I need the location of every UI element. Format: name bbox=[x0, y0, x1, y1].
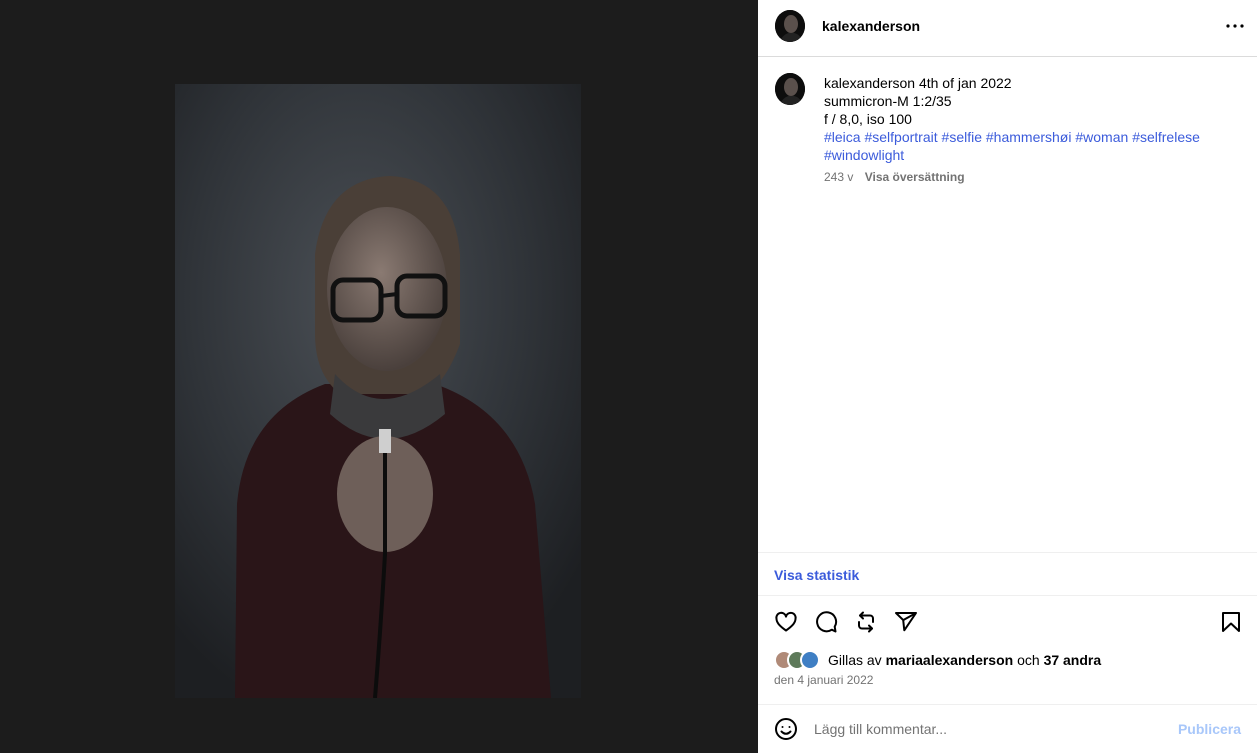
avatar[interactable] bbox=[775, 10, 805, 42]
post-date[interactable]: den 4 januari 2022 bbox=[774, 673, 873, 687]
heart-icon[interactable] bbox=[774, 610, 798, 634]
caption-line3: f / 8,0, iso 100 bbox=[824, 111, 912, 127]
media-pane bbox=[0, 0, 758, 753]
send-icon[interactable] bbox=[894, 610, 918, 634]
likes-prefix: Gillas av bbox=[828, 652, 882, 668]
hashtag-link[interactable]: #hammershøi bbox=[986, 129, 1072, 145]
see-translation-button[interactable]: Visa översättning bbox=[865, 170, 965, 184]
likes-joiner: och bbox=[1017, 652, 1040, 668]
post-header: kalexanderson bbox=[758, 0, 1257, 57]
caption-avatar[interactable] bbox=[775, 73, 805, 105]
more-options-icon[interactable] bbox=[1223, 14, 1247, 38]
likes-others-button[interactable]: 37 andra bbox=[1044, 652, 1102, 668]
post-age[interactable]: 243 v bbox=[824, 170, 853, 184]
caption-line1: 4th of jan 2022 bbox=[918, 75, 1012, 91]
hashtag-link[interactable]: #windowlight bbox=[824, 147, 904, 163]
caption-meta: 243 v Visa översättning bbox=[824, 170, 965, 184]
caption-line2: summicron-M 1:2/35 bbox=[824, 93, 952, 109]
liker-username[interactable]: mariaalexanderson bbox=[886, 652, 1014, 668]
hashtag-link[interactable]: #selfie bbox=[942, 129, 982, 145]
hashtag-link[interactable]: #leica bbox=[824, 129, 861, 145]
liker-avatar bbox=[800, 650, 820, 670]
view-insights-link[interactable]: Visa statistik bbox=[774, 567, 859, 583]
hashtag-link[interactable]: #selfportrait bbox=[864, 129, 937, 145]
hashtags: #leica #selfportrait #selfie #hammershøi… bbox=[824, 128, 1244, 164]
comment-bar: Publicera bbox=[758, 704, 1257, 753]
header-username[interactable]: kalexanderson bbox=[822, 18, 920, 34]
comment-input[interactable] bbox=[814, 717, 1164, 741]
emoji-icon[interactable] bbox=[774, 717, 798, 741]
bookmark-icon[interactable] bbox=[1219, 610, 1243, 634]
likes-text: Gillas av mariaalexanderson och 37 andra bbox=[828, 652, 1101, 668]
hashtag-link[interactable]: #selfrelese bbox=[1132, 129, 1200, 145]
comment-icon[interactable] bbox=[814, 610, 838, 634]
post-photo[interactable] bbox=[175, 84, 581, 698]
publish-button[interactable]: Publicera bbox=[1178, 721, 1241, 737]
action-bar bbox=[758, 606, 1257, 640]
likes-summary: Gillas av mariaalexanderson och 37 andra bbox=[774, 650, 1244, 670]
repost-icon[interactable] bbox=[854, 610, 878, 634]
hashtag-link[interactable]: #woman bbox=[1075, 129, 1128, 145]
caption-text: kalexanderson 4th of jan 2022 summicron-… bbox=[824, 74, 1244, 164]
post-sidebar: kalexanderson kalexanderson 4th of jan 2… bbox=[758, 0, 1257, 753]
caption-username[interactable]: kalexanderson bbox=[824, 75, 915, 91]
liker-avatars[interactable] bbox=[774, 650, 828, 670]
stats-bar: Visa statistik bbox=[758, 552, 1257, 596]
